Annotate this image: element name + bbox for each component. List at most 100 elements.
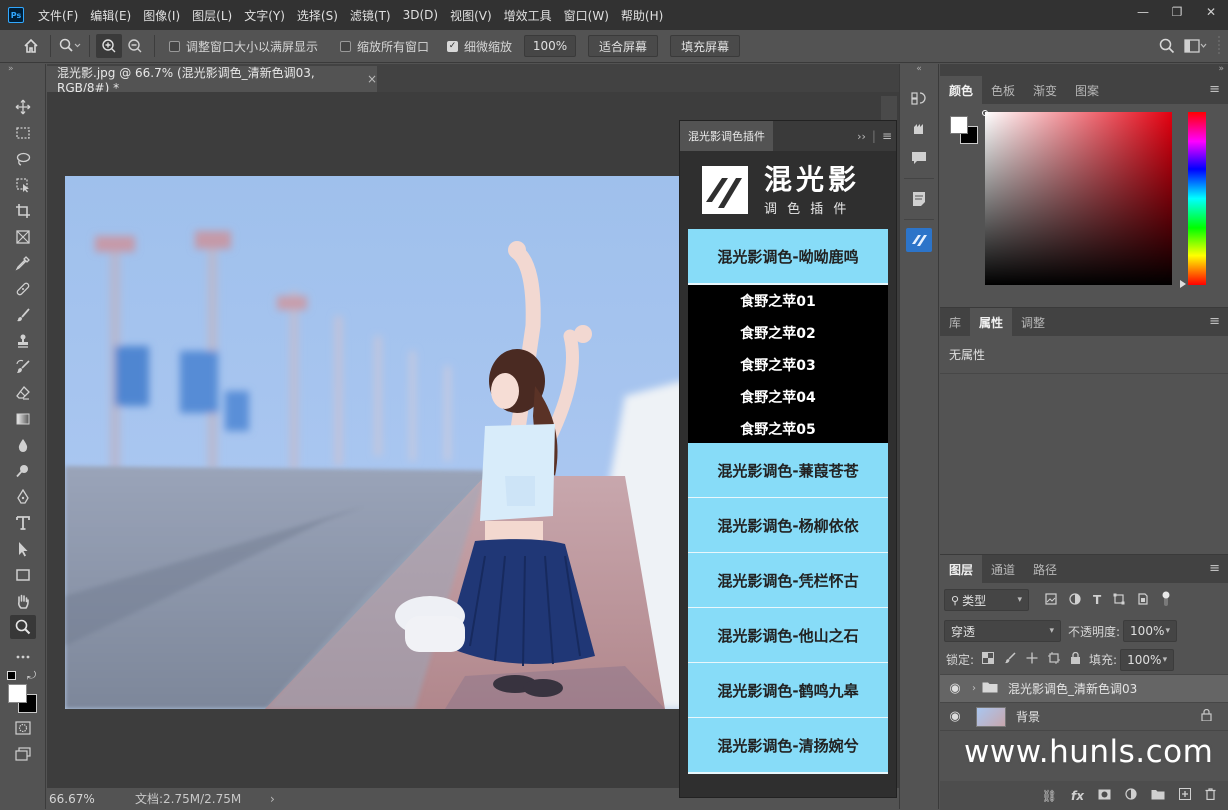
quick-mask-icon[interactable] <box>10 716 36 740</box>
preset-button-tashan-zhishi[interactable]: 混光影调色-他山之石 <box>688 608 888 664</box>
eye-icon[interactable]: ◉ <box>940 709 970 724</box>
pen-tool-icon[interactable] <box>10 485 36 509</box>
type-tool-icon[interactable] <box>10 511 36 535</box>
tab-channels[interactable]: 通道 <box>982 555 1024 583</box>
collapse-toolbar-icon[interactable]: » <box>0 64 45 76</box>
new-adjustment-layer-icon[interactable] <box>1125 788 1137 803</box>
blur-tool-icon[interactable] <box>10 433 36 457</box>
lock-all-icon[interactable] <box>1070 651 1081 667</box>
layer-filter-select[interactable]: ⚲ 类型 ▾ <box>944 589 1029 611</box>
opacity-input[interactable]: 100% ▾ <box>1123 620 1178 642</box>
eye-icon[interactable]: ◉ <box>940 681 970 696</box>
lasso-tool-icon[interactable] <box>10 147 36 171</box>
zoom-tool-icon[interactable] <box>9 615 36 639</box>
delete-layer-icon[interactable] <box>1205 788 1216 803</box>
plugin-launch-icon[interactable] <box>906 228 932 252</box>
notes-icon[interactable] <box>906 187 932 211</box>
tab-paths[interactable]: 路径 <box>1024 555 1066 583</box>
filter-shape-icon[interactable] <box>1113 593 1125 608</box>
tab-patterns[interactable]: 图案 <box>1066 76 1108 104</box>
tab-adjustments[interactable]: 调整 <box>1012 308 1054 336</box>
preset-subitem[interactable]: 食野之苹01 <box>688 285 888 317</box>
default-colors-icon[interactable] <box>7 671 16 680</box>
comments-icon[interactable] <box>906 146 932 170</box>
tab-color[interactable]: 颜色 <box>940 76 983 104</box>
collapse-panels-icon[interactable]: » <box>940 64 1228 76</box>
scrubby-zoom-checkbox[interactable]: ✓ 细微缩放 <box>447 38 512 55</box>
add-mask-icon[interactable] <box>1098 789 1111 803</box>
marquee-tool-icon[interactable] <box>10 121 36 145</box>
menu-select[interactable]: 选择(S) <box>297 7 338 24</box>
color-picker-field[interactable] <box>985 112 1172 285</box>
fill-screen-button[interactable]: 填充屏幕 <box>670 35 741 57</box>
brush-tool-icon[interactable] <box>10 303 36 327</box>
filter-adjustment-icon[interactable] <box>1069 592 1081 608</box>
fill-input[interactable]: 100% ▾ <box>1120 648 1175 671</box>
healing-brush-tool-icon[interactable] <box>10 277 36 301</box>
clone-stamp-tool-icon[interactable] <box>10 329 36 353</box>
menu-help[interactable]: 帮助(H) <box>621 7 663 24</box>
hue-slider[interactable] <box>1188 112 1206 285</box>
eraser-tool-icon[interactable] <box>10 381 36 405</box>
panel-menu-icon[interactable]: ≡ <box>1209 561 1220 576</box>
move-tool-icon[interactable] <box>10 95 36 119</box>
actions-icon[interactable] <box>906 116 932 140</box>
zoom-100-button[interactable]: 100% <box>524 35 577 57</box>
preset-button-yangliu-yiyi[interactable]: 混光影调色-杨柳依依 <box>688 498 888 554</box>
scrollbar-thumb[interactable] <box>881 96 897 120</box>
edit-toolbar-icon[interactable] <box>10 645 36 669</box>
gradient-tool-icon[interactable] <box>10 407 36 431</box>
layer-style-icon[interactable]: fx <box>1071 789 1084 803</box>
preset-button-jianjia-cangcang[interactable]: 混光影调色-蒹葭苍苍 <box>688 443 888 499</box>
preset-subitem[interactable]: 食野之苹02 <box>688 317 888 349</box>
home-icon[interactable] <box>18 34 44 58</box>
tab-libraries[interactable]: 库 <box>940 308 970 336</box>
menu-edit[interactable]: 编辑(E) <box>90 7 131 24</box>
hand-tool-icon[interactable] <box>10 589 36 613</box>
rectangle-tool-icon[interactable] <box>10 563 36 587</box>
path-selection-tool-icon[interactable] <box>10 537 36 561</box>
preset-button-heming-jiugao[interactable]: 混光影调色-鹤鸣九皋 <box>688 663 888 719</box>
search-icon[interactable] <box>1154 34 1180 58</box>
menu-layer[interactable]: 图层(L) <box>192 7 232 24</box>
zoom-out-icon[interactable] <box>122 34 148 58</box>
lock-pixels-icon[interactable] <box>1004 652 1016 667</box>
filter-type-icon[interactable]: T <box>1093 593 1101 607</box>
link-layers-icon[interactable]: ⛓ <box>1042 789 1057 803</box>
zoom-in-icon[interactable] <box>96 34 122 58</box>
foreground-color-chip[interactable] <box>950 116 968 134</box>
tab-swatches[interactable]: 色板 <box>982 76 1024 104</box>
panel-menu-icon[interactable]: ≡ <box>1209 314 1220 329</box>
eyedropper-tool-icon[interactable] <box>10 251 36 275</box>
workspace-icon[interactable] <box>1180 34 1212 58</box>
filter-toggle-icon[interactable] <box>1161 591 1171 610</box>
zoom-tool-preset-icon[interactable] <box>57 34 83 58</box>
document-tab[interactable]: 混光影.jpg @ 66.7% (混光影调色_清新色调03, RGB/8#) *… <box>47 66 377 95</box>
status-menu-arrow-icon[interactable]: › <box>270 792 275 806</box>
close-button[interactable]: ✕ <box>1194 0 1228 24</box>
lock-position-icon[interactable] <box>1026 652 1038 667</box>
screen-mode-icon[interactable] <box>10 742 36 766</box>
chevron-right-icon[interactable]: › <box>972 683 976 694</box>
restore-button[interactable]: ❐ <box>1160 0 1194 24</box>
tab-gradients[interactable]: 渐变 <box>1024 76 1066 104</box>
lock-transparent-icon[interactable] <box>982 652 995 667</box>
crop-tool-icon[interactable] <box>10 199 36 223</box>
new-group-icon[interactable] <box>1151 789 1165 803</box>
resize-windows-checkbox[interactable]: 调整窗口大小以满屏显示 <box>169 38 318 55</box>
preset-subitem[interactable]: 食野之苹03 <box>688 349 888 381</box>
preset-subitem[interactable]: 食野之苹04 <box>688 381 888 413</box>
history-brush-tool-icon[interactable] <box>10 355 36 379</box>
hue-slider-handle[interactable] <box>1180 280 1186 288</box>
menu-3d[interactable]: 3D(D) <box>403 8 438 22</box>
foreground-color-swatch[interactable] <box>8 684 27 703</box>
layer-row-group[interactable]: ◉ › 混光影调色_清新色调03 <box>940 675 1228 703</box>
object-selection-tool-icon[interactable] <box>10 173 36 197</box>
collapse-panel-icon[interactable]: ›› <box>857 130 866 143</box>
lock-icon[interactable] <box>1201 708 1212 724</box>
close-document-icon[interactable]: × <box>367 72 377 86</box>
preset-subitem[interactable]: 食野之苹05 <box>688 413 888 445</box>
zoom-all-windows-checkbox[interactable]: 缩放所有窗口 <box>340 38 429 55</box>
minimize-button[interactable]: — <box>1126 0 1160 24</box>
plugin-panel-tab[interactable]: 混光影调色插件 <box>680 121 773 151</box>
